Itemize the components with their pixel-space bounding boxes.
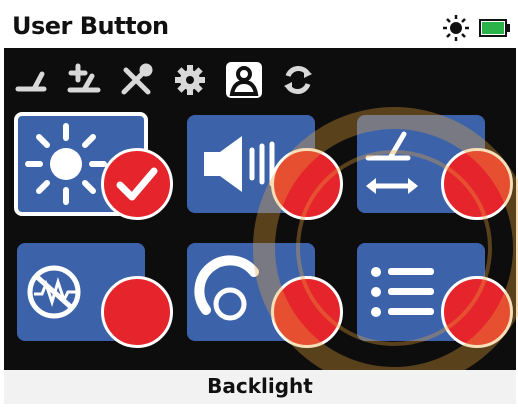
reset-icon[interactable] <box>280 62 316 98</box>
menu-bar <box>4 48 516 112</box>
device-screen: User Button Backlight <box>4 8 518 404</box>
ground-balance-icon[interactable] <box>66 62 102 98</box>
check-icon <box>116 167 158 201</box>
badge <box>441 148 513 220</box>
selected-item-label: Backlight <box>207 374 313 398</box>
detect-mode-icon[interactable] <box>14 62 50 98</box>
user-icon[interactable] <box>226 62 262 98</box>
badge <box>271 148 343 220</box>
bottom-bar: Backlight <box>4 370 516 404</box>
badge <box>441 276 513 348</box>
tile-backlight[interactable] <box>14 112 184 230</box>
tile-coil-swap[interactable] <box>354 112 518 230</box>
tile-volume[interactable] <box>184 112 354 230</box>
battery-icon <box>479 19 510 37</box>
tile-list[interactable] <box>354 240 518 358</box>
title-bar: User Button <box>4 8 516 48</box>
brightness-icon <box>443 15 469 41</box>
tools-icon[interactable] <box>118 62 154 98</box>
check-badge <box>101 148 173 220</box>
page-title: User Button <box>12 12 169 40</box>
badge <box>271 276 343 348</box>
tile-sensitivity[interactable] <box>184 240 354 358</box>
tile-noise-cancel[interactable] <box>14 240 184 358</box>
status-area <box>442 14 512 42</box>
badge <box>101 276 173 348</box>
settings-gear-icon[interactable] <box>172 62 208 98</box>
